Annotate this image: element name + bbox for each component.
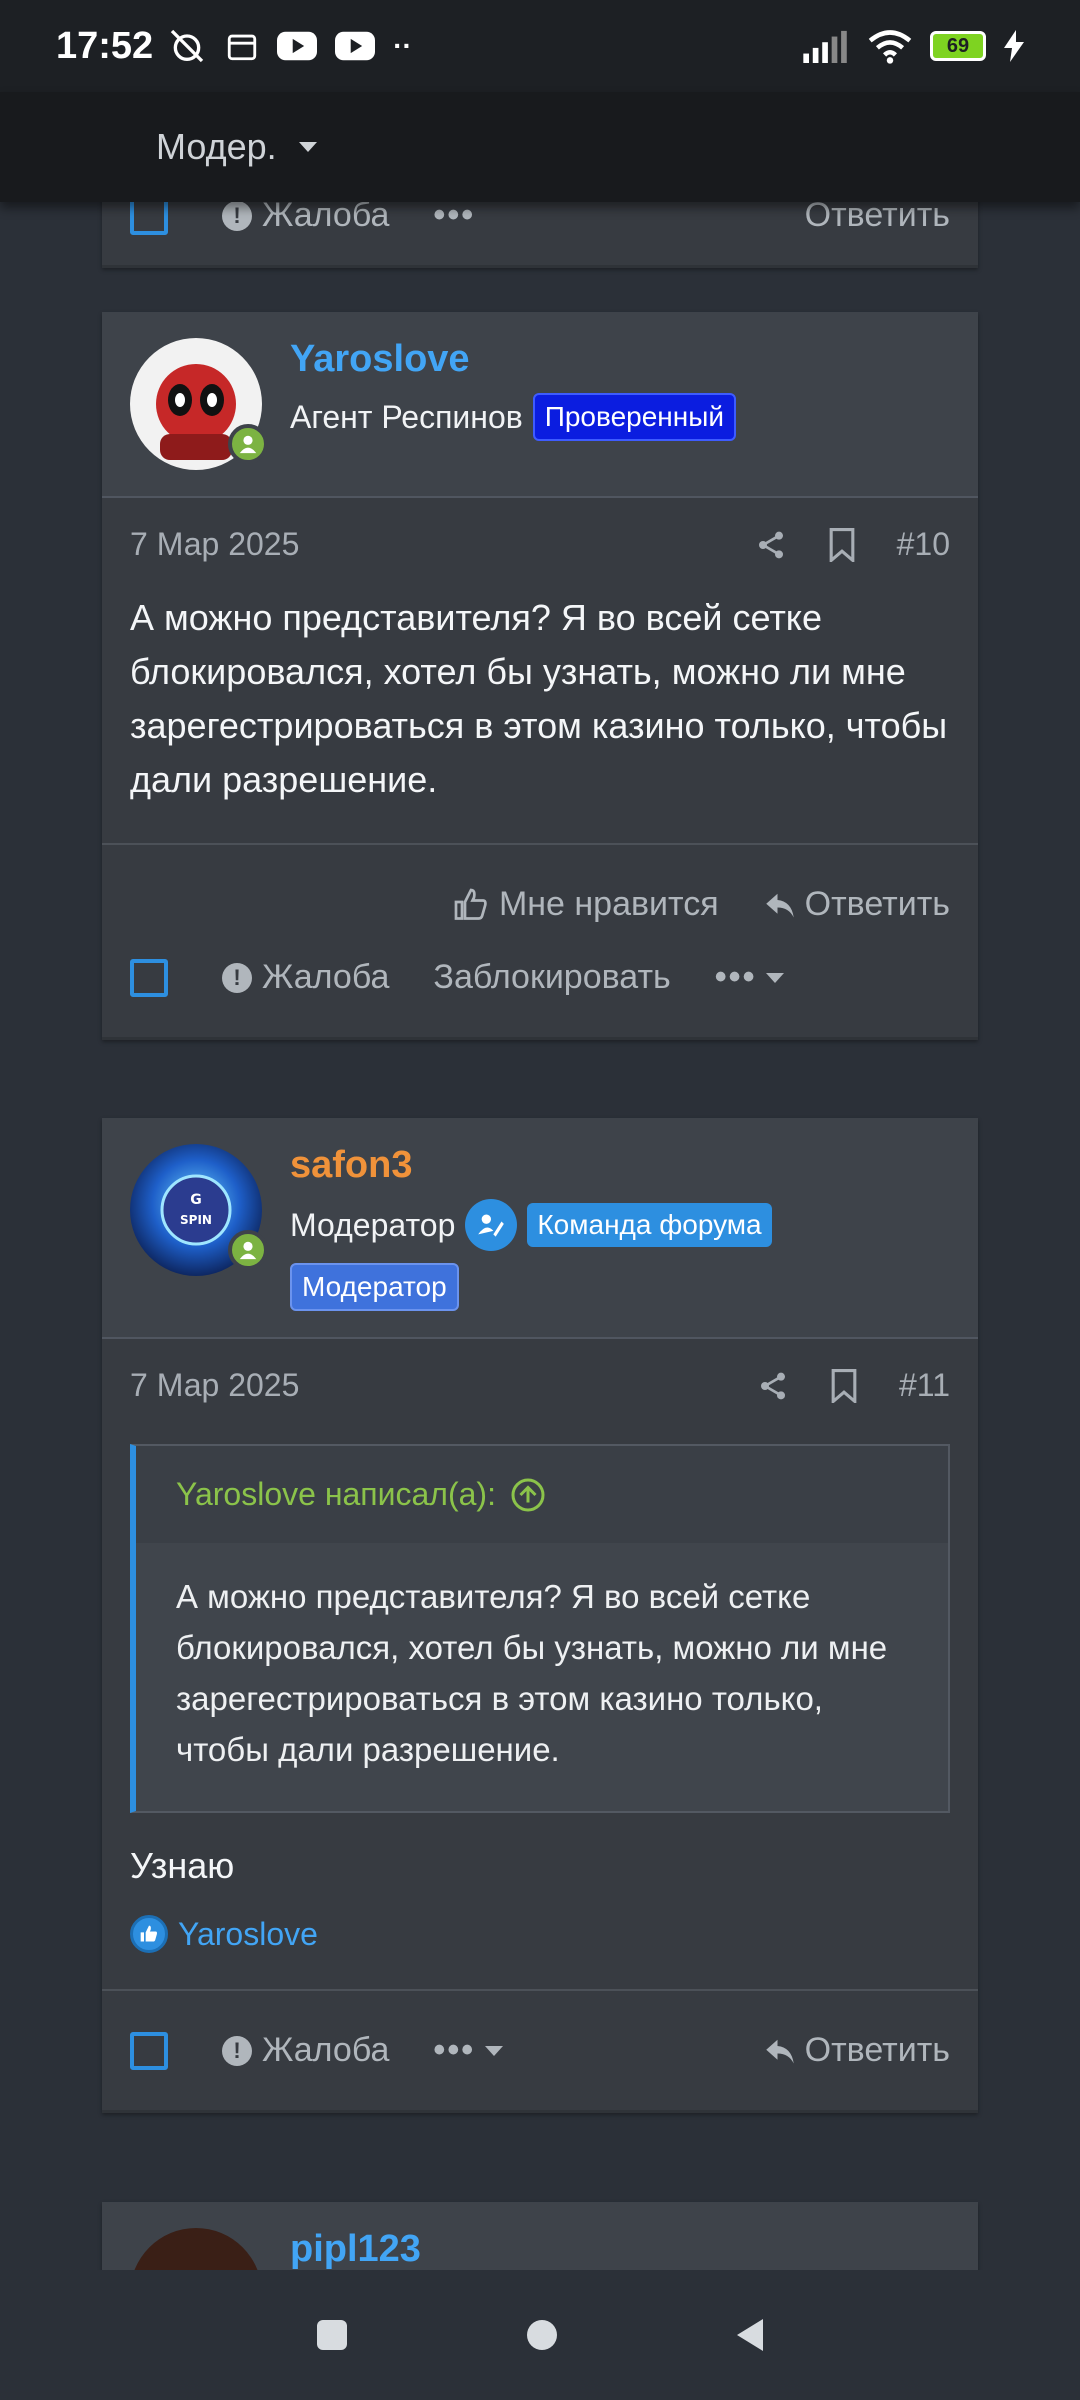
post-author-header: pipl123 xyxy=(102,2202,978,2270)
chevron-down-icon xyxy=(485,2045,504,2056)
post-11: G SPIN safon3 Модератор Команда форума М… xyxy=(102,1118,978,2113)
svg-text:G: G xyxy=(190,1192,202,1208)
alarm-off-icon xyxy=(171,29,204,63)
online-status-icon xyxy=(228,1230,268,1270)
status-notification-icons: ·· xyxy=(167,26,412,66)
user-info: safon3 Модератор Команда форума Модерато… xyxy=(290,1144,772,1311)
back-button[interactable] xyxy=(737,2319,763,2351)
online-status-icon xyxy=(228,424,268,464)
post-message: Узнаю xyxy=(130,1845,235,1886)
user-title: Агент Респинов xyxy=(290,398,523,435)
more-dots-icon: ••• xyxy=(714,958,757,996)
share-icon[interactable] xyxy=(757,1370,789,1402)
avatar[interactable] xyxy=(130,2228,262,2270)
post-date[interactable]: 7 Мар 2025 xyxy=(130,1367,299,1404)
post-message: А можно представителя? Я во всей сетке б… xyxy=(130,597,948,800)
post-meta: 7 Мар 2025 #11 xyxy=(102,1339,978,1404)
chevron-down-icon xyxy=(298,142,317,152)
select-post-checkbox[interactable] xyxy=(130,2031,168,2070)
liked-by-user[interactable]: Yaroslove xyxy=(178,1916,318,1953)
reply-button[interactable]: Ответить xyxy=(765,885,950,924)
staff-edit-icon xyxy=(465,1199,518,1251)
bookmark-icon[interactable] xyxy=(827,527,857,562)
user-info: pipl123 xyxy=(290,2228,421,2270)
post-reactions-bar: Мне нравится Ответить xyxy=(102,845,978,936)
reply-icon xyxy=(765,893,794,917)
youtube-icon xyxy=(277,31,318,61)
post-date[interactable]: 7 Мар 2025 xyxy=(130,526,299,563)
calendar-icon xyxy=(228,34,257,61)
quote-block: Yaroslove написал(а): А можно представит… xyxy=(130,1444,950,1813)
charging-icon xyxy=(1004,30,1024,62)
report-button[interactable]: ! Жалоба xyxy=(222,958,389,997)
recent-apps-button[interactable] xyxy=(317,2320,347,2350)
post-number-link[interactable]: #11 xyxy=(899,1367,950,1404)
post-moderation-bar: ! Жалоба ••• Ответить xyxy=(102,1991,978,2110)
post-author-header: Yaroslove Агент Респинов Проверенный xyxy=(102,312,978,498)
report-button[interactable]: ! Жалоба xyxy=(222,202,389,235)
system-navigation-bar xyxy=(0,2270,1080,2400)
thread-scroll-area[interactable]: ! Жалоба ••• Ответить Yaroslove Агент Ре… xyxy=(0,202,1080,2270)
select-post-checkbox[interactable] xyxy=(130,958,168,997)
reply-button[interactable]: Ответить xyxy=(805,202,950,235)
post-moderation-bar: ! Жалоба Заблокировать ••• xyxy=(102,936,978,1037)
home-button[interactable] xyxy=(527,2320,557,2350)
quote-text: А можно представителя? Я во всей сетке б… xyxy=(136,1543,948,1811)
battery-indicator: 69 xyxy=(930,31,986,61)
more-notifications-icon: ·· xyxy=(393,30,412,61)
user-banner-moderator: Модератор xyxy=(290,1263,459,1311)
avatar-image xyxy=(130,2228,262,2270)
username-link[interactable]: Yaroslove xyxy=(290,338,736,381)
username-link[interactable]: safon3 xyxy=(290,1144,772,1187)
user-banner-team: Команда форума xyxy=(527,1203,772,1247)
reply-button[interactable]: Ответить xyxy=(765,2031,950,2070)
chevron-down-icon xyxy=(766,972,785,983)
more-dots-icon: ••• xyxy=(433,2031,476,2069)
block-button[interactable]: Заблокировать xyxy=(433,958,670,997)
post-meta: 7 Мар 2025 #10 xyxy=(102,498,978,563)
like-reaction-icon xyxy=(130,1915,168,1953)
likes-summary[interactable]: Yaroslove xyxy=(102,1887,978,1989)
share-icon[interactable] xyxy=(755,529,787,561)
moderator-menu-label: Модер. xyxy=(156,126,277,167)
status-time: 17:52 xyxy=(56,24,154,67)
post-author-header: G SPIN safon3 Модератор Команда форума М… xyxy=(102,1118,978,1339)
select-post-checkbox[interactable] xyxy=(130,202,168,235)
status-bar: 17:52 ·· 69 xyxy=(0,0,1080,92)
user-title: Модератор xyxy=(290,1206,456,1243)
more-options-button[interactable]: ••• xyxy=(433,2031,504,2070)
signal-icon xyxy=(803,30,847,63)
wifi-icon xyxy=(868,30,912,64)
youtube-icon xyxy=(335,31,376,61)
reply-icon xyxy=(765,2039,794,2063)
warning-icon: ! xyxy=(222,962,252,993)
top-app-bar: Модер. xyxy=(0,92,1080,202)
svg-text:SPIN: SPIN xyxy=(180,1213,212,1227)
avatar[interactable] xyxy=(130,338,268,470)
post-number-link[interactable]: #10 xyxy=(897,526,950,563)
bookmark-icon[interactable] xyxy=(829,1368,859,1403)
username-link[interactable]: pipl123 xyxy=(290,2228,421,2270)
warning-icon: ! xyxy=(222,202,252,231)
user-info: Yaroslove Агент Респинов Проверенный xyxy=(290,338,736,470)
post-10: Yaroslove Агент Респинов Проверенный 7 М… xyxy=(102,312,978,1040)
report-button[interactable]: ! Жалоба xyxy=(222,2031,389,2070)
like-button[interactable]: Мне нравится xyxy=(453,885,719,924)
warning-icon: ! xyxy=(222,2035,252,2066)
more-options-button[interactable]: ••• xyxy=(715,958,785,997)
arrow-up-circle-icon[interactable] xyxy=(510,1477,546,1513)
previous-post-footer: ! Жалоба ••• Ответить xyxy=(102,202,978,268)
avatar[interactable]: G SPIN xyxy=(130,1144,268,1276)
moderator-menu-dropdown[interactable]: Модер. xyxy=(156,126,317,168)
quote-header[interactable]: Yaroslove написал(а): xyxy=(136,1446,948,1543)
user-banner-verified: Проверенный xyxy=(532,393,736,441)
more-options-button[interactable]: ••• xyxy=(433,202,475,235)
quote-author: Yaroslove написал(а): xyxy=(176,1476,496,1512)
post-12: pipl123 xyxy=(102,2202,978,2270)
thumbs-up-icon xyxy=(454,888,487,920)
